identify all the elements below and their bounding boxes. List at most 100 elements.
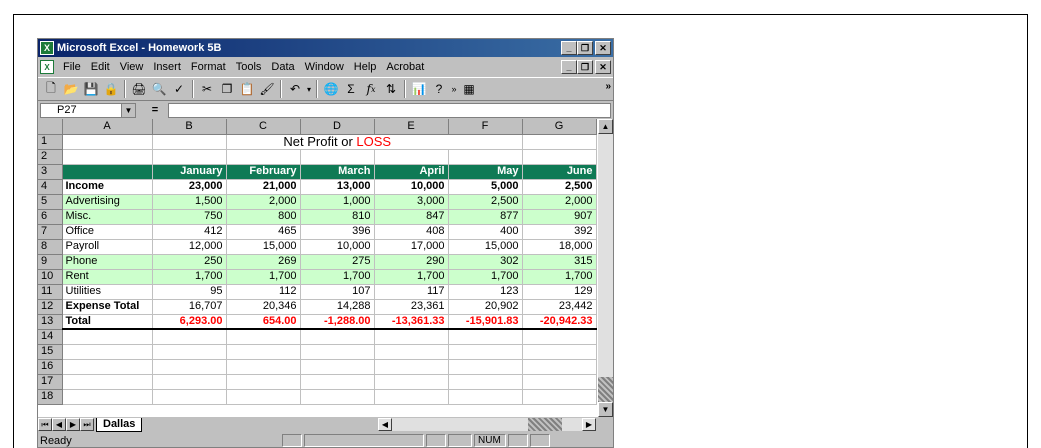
- cell[interactable]: [62, 164, 153, 180]
- cell[interactable]: 392: [522, 224, 597, 240]
- cell[interactable]: 10,000: [300, 239, 375, 255]
- row-header[interactable]: 6: [38, 209, 63, 225]
- cell[interactable]: Rent: [62, 269, 153, 285]
- workbook-icon[interactable]: X: [40, 60, 54, 74]
- cell[interactable]: 302: [448, 254, 523, 270]
- row-header[interactable]: 11: [38, 284, 63, 300]
- formula-input[interactable]: [168, 102, 611, 118]
- undo-icon[interactable]: ↶: [285, 79, 305, 99]
- cell[interactable]: [152, 389, 227, 405]
- row-header[interactable]: 15: [38, 344, 63, 360]
- row-header[interactable]: 5: [38, 194, 63, 210]
- cell[interactable]: [62, 329, 153, 345]
- row-header[interactable]: 12: [38, 299, 63, 315]
- cell[interactable]: 23,000: [152, 179, 227, 195]
- cell[interactable]: 1,700: [374, 269, 449, 285]
- cell[interactable]: 13,000: [300, 179, 375, 195]
- row-header[interactable]: 9: [38, 254, 63, 270]
- cell[interactable]: [522, 359, 597, 375]
- cell[interactable]: Total: [62, 314, 153, 330]
- cell[interactable]: 2,500: [522, 179, 597, 195]
- cell[interactable]: 117: [374, 284, 449, 300]
- cell[interactable]: [522, 329, 597, 345]
- cell[interactable]: [62, 359, 153, 375]
- row-header[interactable]: 13: [38, 314, 63, 330]
- cell[interactable]: 5,000: [448, 179, 523, 195]
- cell[interactable]: 95: [152, 284, 227, 300]
- cell[interactable]: [300, 149, 375, 165]
- cell[interactable]: 2,500: [448, 194, 523, 210]
- horizontal-scrollbar[interactable]: ◀ ▶: [378, 418, 596, 431]
- undo-dropdown-icon[interactable]: ▾: [305, 79, 313, 99]
- cell[interactable]: [62, 374, 153, 390]
- cell[interactable]: [152, 344, 227, 360]
- column-header-c[interactable]: C: [226, 119, 301, 135]
- menu-file[interactable]: File: [58, 61, 86, 73]
- cell[interactable]: 800: [226, 209, 301, 225]
- menu-insert[interactable]: Insert: [148, 61, 186, 73]
- column-header-b[interactable]: B: [152, 119, 227, 135]
- open-icon[interactable]: 📂: [61, 79, 81, 99]
- cell[interactable]: 129: [522, 284, 597, 300]
- column-header-f[interactable]: F: [448, 119, 523, 135]
- cell[interactable]: [226, 329, 301, 345]
- cell[interactable]: 1,700: [448, 269, 523, 285]
- cell[interactable]: May: [448, 164, 523, 180]
- cell[interactable]: [448, 329, 523, 345]
- restore-button[interactable]: ❐: [577, 41, 593, 55]
- cell[interactable]: 847: [374, 209, 449, 225]
- cell[interactable]: 654.00: [226, 314, 301, 330]
- scroll-right-icon[interactable]: ▶: [582, 418, 596, 431]
- cell[interactable]: 112: [226, 284, 301, 300]
- cell[interactable]: [448, 389, 523, 405]
- cell[interactable]: [152, 329, 227, 345]
- column-header-a[interactable]: A: [62, 119, 153, 135]
- row-header[interactable]: 14: [38, 329, 63, 345]
- cell[interactable]: 6,293.00: [152, 314, 227, 330]
- cell[interactable]: 750: [152, 209, 227, 225]
- borders-icon[interactable]: ▦: [459, 79, 479, 99]
- close-button[interactable]: ✕: [595, 41, 611, 55]
- row-header[interactable]: 7: [38, 224, 63, 240]
- cell[interactable]: 12,000: [152, 239, 227, 255]
- row-header[interactable]: 18: [38, 389, 63, 405]
- column-header-g[interactable]: G: [522, 119, 597, 135]
- cell[interactable]: [226, 374, 301, 390]
- cell[interactable]: [62, 389, 153, 405]
- cell[interactable]: 412: [152, 224, 227, 240]
- cell[interactable]: 1,700: [226, 269, 301, 285]
- vertical-scroll-thumb[interactable]: [598, 377, 613, 403]
- cell-grid[interactable]: ABCDEFG 1 Net Profit or LOSS 2 3 January Febr…: [38, 119, 597, 405]
- horizontal-scroll-thumb[interactable]: [528, 418, 562, 431]
- help-icon[interactable]: ?: [429, 79, 449, 99]
- cell[interactable]: February: [226, 164, 301, 180]
- menu-edit[interactable]: Edit: [86, 61, 115, 73]
- autosum-icon[interactable]: Σ: [341, 79, 361, 99]
- cell[interactable]: 1,700: [522, 269, 597, 285]
- cell[interactable]: 20,902: [448, 299, 523, 315]
- cell[interactable]: 10,000: [374, 179, 449, 195]
- cell[interactable]: [522, 374, 597, 390]
- cell[interactable]: 16,707: [152, 299, 227, 315]
- cell[interactable]: [448, 359, 523, 375]
- cell[interactable]: 275: [300, 254, 375, 270]
- cell[interactable]: [300, 329, 375, 345]
- cell[interactable]: Payroll: [62, 239, 153, 255]
- next-sheet-icon[interactable]: ▶: [66, 418, 80, 431]
- cell[interactable]: 315: [522, 254, 597, 270]
- cell[interactable]: [374, 389, 449, 405]
- row-header[interactable]: 17: [38, 374, 63, 390]
- cell[interactable]: [62, 134, 153, 150]
- row-header[interactable]: 3: [38, 164, 63, 180]
- cell[interactable]: [300, 374, 375, 390]
- scroll-up-icon[interactable]: ▲: [598, 119, 613, 134]
- cell[interactable]: -15,901.83: [448, 314, 523, 330]
- title-bar[interactable]: X Microsoft Excel - Homework 5B _ ❐ ✕: [38, 39, 613, 57]
- sheet-tab-dallas[interactable]: Dallas: [96, 417, 143, 432]
- spelling-icon[interactable]: ✓: [169, 79, 189, 99]
- excel-icon[interactable]: X: [40, 41, 54, 55]
- print-preview-icon[interactable]: 🔍: [149, 79, 169, 99]
- menu-tools[interactable]: Tools: [231, 61, 267, 73]
- cell[interactable]: Utilities: [62, 284, 153, 300]
- cell[interactable]: [62, 149, 153, 165]
